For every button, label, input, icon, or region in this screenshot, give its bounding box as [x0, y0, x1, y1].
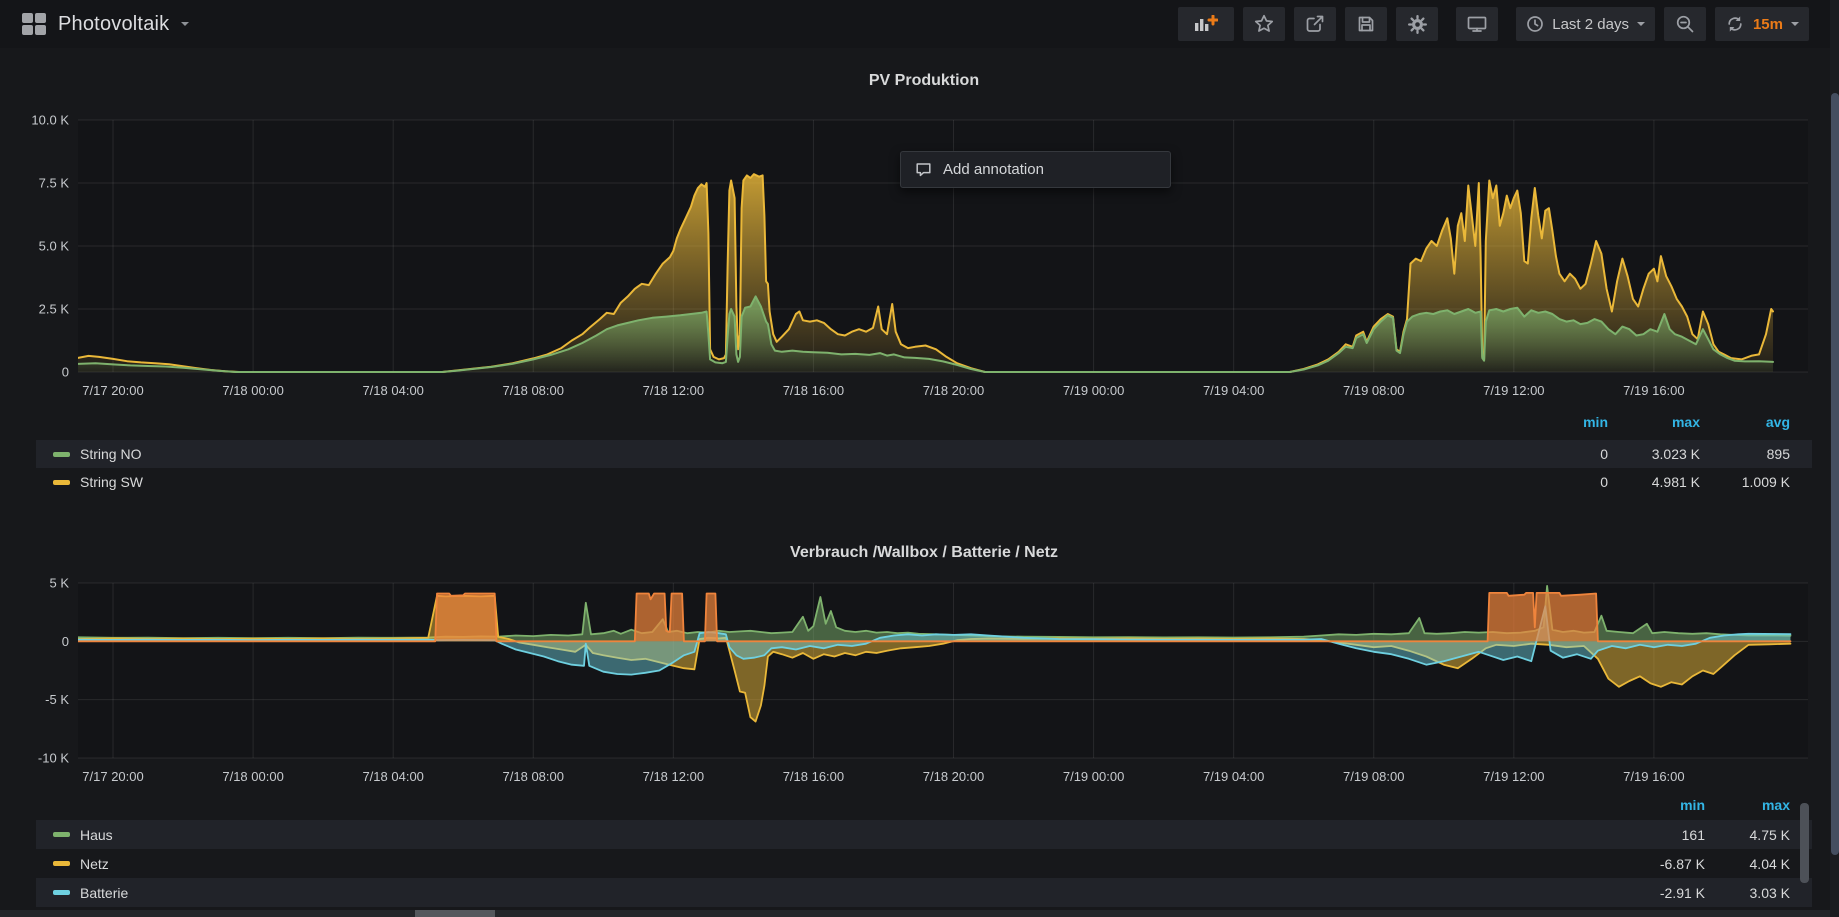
dashboard-title[interactable]: Photovoltaik [58, 13, 169, 36]
save-button[interactable] [1345, 7, 1387, 41]
share-button[interactable] [1294, 7, 1336, 41]
x-axis-tick-label: 7/18 20:00 [923, 769, 984, 784]
time-range-caret-icon [1637, 22, 1645, 26]
legend-value-max: 4.04 K [1680, 856, 1790, 872]
y-axis-tick-label: -10 K [38, 751, 69, 766]
x-axis-tick-label: 7/18 00:00 [222, 383, 283, 398]
y-axis-tick-label: 5.0 K [39, 239, 70, 254]
y-axis-tick-label: 10.0 K [31, 113, 69, 128]
refresh-button[interactable]: 15m [1715, 7, 1809, 41]
vertical-scrollbar-track[interactable] [1830, 0, 1839, 917]
x-axis-tick-label: 7/19 12:00 [1483, 383, 1544, 398]
y-axis-tick-label: 5 K [49, 577, 69, 591]
legend-row-netz[interactable]: Netz-6.87 K4.04 K [36, 849, 1812, 878]
panel-title-pv-produktion[interactable]: PV Produktion [36, 72, 1812, 90]
x-axis-tick-label: 7/18 16:00 [783, 383, 844, 398]
share-icon [1305, 14, 1325, 34]
comment-bubble-icon [915, 161, 932, 178]
x-axis-tick-label: 7/18 08:00 [503, 769, 564, 784]
monitor-icon [1466, 14, 1488, 34]
legend-series-label: String NO [80, 446, 141, 462]
horizontal-scrollbar-thumb[interactable] [415, 910, 495, 917]
cycle-view-button[interactable] [1456, 7, 1498, 41]
y-axis-tick-label: 0 [62, 634, 69, 649]
series-color-swatch-icon [53, 832, 70, 837]
zoom-out-icon [1675, 14, 1695, 34]
x-axis-tick-label: 7/19 04:00 [1203, 769, 1264, 784]
x-axis-tick-label: 7/19 00:00 [1063, 769, 1124, 784]
legend-series-label: Netz [80, 856, 109, 872]
series-color-swatch-icon [53, 452, 70, 457]
legend-row-batterie[interactable]: Batterie-2.91 K3.03 K [36, 878, 1812, 907]
gear-icon [1407, 14, 1428, 35]
dashboard-title-caret-icon[interactable] [181, 22, 189, 26]
legend-series-label: Batterie [80, 885, 128, 901]
x-axis-tick-label: 7/18 04:00 [362, 769, 423, 784]
x-axis-tick-label: 7/18 12:00 [643, 769, 704, 784]
y-axis-tick-label: 0 [62, 365, 69, 380]
legend-row-haus[interactable]: Haus1614.75 K [36, 820, 1812, 849]
legend-series-label: Haus [80, 827, 113, 843]
time-range-label: Last 2 days [1552, 16, 1629, 33]
y-axis-tick-label: -5 K [45, 692, 69, 707]
grafana-dashboard: Photovoltaik [0, 0, 1839, 917]
add-annotation-menu-item[interactable]: Add annotation [900, 151, 1171, 188]
x-axis-tick-label: 7/18 00:00 [222, 769, 283, 784]
legend-column-header-max[interactable]: max [1680, 797, 1790, 813]
zoom-out-button[interactable] [1664, 7, 1706, 41]
legend-column-header-avg[interactable]: avg [1680, 414, 1790, 430]
star-button[interactable] [1243, 7, 1285, 41]
navbar: Photovoltaik [0, 0, 1839, 48]
vertical-scrollbar-thumb[interactable] [1831, 93, 1839, 855]
x-axis-tick-label: 7/18 12:00 [643, 383, 704, 398]
legend-value-max: 3.03 K [1680, 885, 1790, 901]
save-icon [1356, 14, 1376, 34]
add-panel-button[interactable] [1178, 7, 1234, 41]
y-axis-tick-label: 2.5 K [39, 302, 70, 317]
add-panel-icon [1194, 15, 1218, 33]
refresh-icon [1725, 14, 1745, 34]
x-axis-tick-label: 7/17 20:00 [82, 769, 143, 784]
settings-button[interactable] [1396, 7, 1438, 41]
legend-series-label: String SW [80, 474, 143, 490]
x-axis-tick-label: 7/19 04:00 [1203, 383, 1264, 398]
horizontal-scrollbar-track[interactable] [0, 910, 1839, 917]
legend-scrollbar-thumb[interactable] [1800, 803, 1809, 883]
x-axis-tick-label: 7/19 08:00 [1343, 383, 1404, 398]
series-color-swatch-icon [53, 480, 70, 485]
x-axis-tick-label: 7/19 00:00 [1063, 383, 1124, 398]
star-icon [1254, 14, 1274, 34]
refresh-interval-caret-icon[interactable] [1791, 22, 1799, 26]
x-axis-tick-label: 7/19 16:00 [1623, 769, 1684, 784]
x-axis-tick-label: 7/18 08:00 [503, 383, 564, 398]
verbrauch-chart-canvas[interactable]: 5 K 0 -5 K -10 K 7/17 20:00 7/18 00:00 7/18 04… [0, 577, 1839, 792]
x-axis-tick-label: 7/19 16:00 [1623, 383, 1684, 398]
x-axis-tick-label: 7/19 12:00 [1483, 769, 1544, 784]
dashboard-grid-icon[interactable] [22, 13, 46, 35]
x-axis-tick-label: 7/19 08:00 [1343, 769, 1404, 784]
clock-icon [1526, 15, 1544, 33]
legend-value-max: 4.75 K [1680, 827, 1790, 843]
series-color-swatch-icon [53, 861, 70, 866]
legend-row-string-no[interactable]: String NO03.023 K895 [36, 440, 1812, 468]
refresh-interval-label: 15m [1753, 16, 1783, 33]
x-axis-tick-label: 7/18 20:00 [923, 383, 984, 398]
x-axis-tick-label: 7/18 04:00 [362, 383, 423, 398]
x-axis-tick-label: 7/17 20:00 [82, 383, 143, 398]
panel-title-verbrauch[interactable]: Verbrauch /Wallbox / Batterie / Netz [36, 544, 1812, 562]
legend-row-string-sw[interactable]: String SW04.981 K1.009 K [36, 468, 1812, 496]
x-axis-tick-label: 7/18 16:00 [783, 769, 844, 784]
legend-value-avg: 1.009 K [1680, 474, 1790, 490]
add-annotation-label: Add annotation [943, 161, 1044, 178]
series-color-swatch-icon [53, 890, 70, 895]
time-range-picker[interactable]: Last 2 days [1516, 7, 1655, 41]
y-axis-tick-label: 7.5 K [39, 176, 70, 191]
legend-value-avg: 895 [1680, 446, 1790, 462]
